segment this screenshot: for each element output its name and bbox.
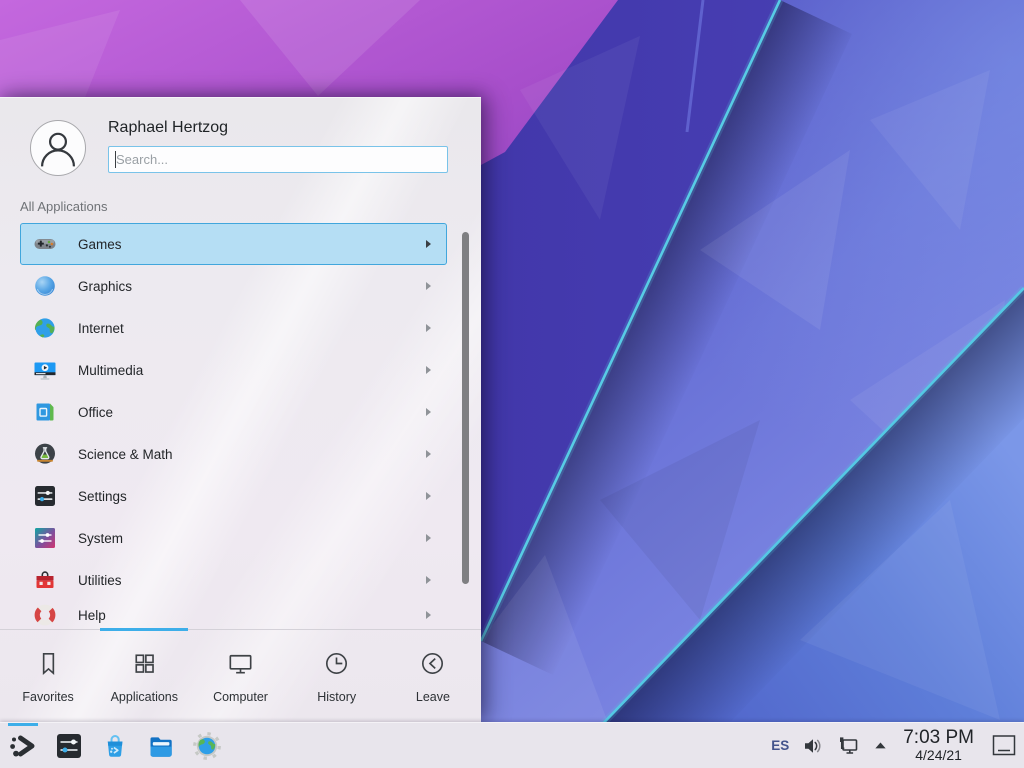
- submenu-arrow-icon: [426, 408, 431, 416]
- digital-clock[interactable]: 7:03 PM 4/24/21: [901, 728, 976, 762]
- app-category-label: Internet: [78, 321, 426, 336]
- kickoff-tab-bar: Favorites Applications Computer History Leav…: [0, 629, 481, 722]
- bookmark-icon: [33, 648, 64, 684]
- science-flask-icon: [33, 442, 57, 466]
- active-task-indicator: [8, 723, 38, 726]
- tab-favorites[interactable]: Favorites: [0, 630, 96, 722]
- app-category-label: Help: [78, 608, 426, 623]
- kickoff-launcher-button[interactable]: [0, 723, 46, 768]
- leave-icon: [417, 648, 448, 684]
- utilities-toolbox-icon: [33, 568, 57, 592]
- submenu-arrow-icon: [426, 240, 431, 248]
- submenu-arrow-icon: [426, 324, 431, 332]
- system-sliders-icon: [33, 526, 57, 550]
- app-category-help[interactable]: Help: [20, 601, 447, 629]
- submenu-arrow-icon: [426, 611, 431, 619]
- app-category-label: Settings: [78, 489, 426, 504]
- app-category-label: Science & Math: [78, 447, 426, 462]
- tab-label: History: [317, 690, 356, 704]
- clock-time: 7:03 PM: [903, 728, 974, 748]
- app-category-label: Multimedia: [78, 363, 426, 378]
- globe-icon: [33, 316, 57, 340]
- scrollbar-thumb[interactable]: [462, 232, 469, 584]
- submenu-arrow-icon: [426, 366, 431, 374]
- desktop: Raphael Hertzog All Applications Games Gr…: [0, 0, 1024, 768]
- taskbar-panel: ES 7:03 PM 4/: [0, 722, 1024, 768]
- search-input[interactable]: [108, 146, 448, 173]
- expand-tray-icon[interactable]: [873, 738, 888, 753]
- app-category-internet[interactable]: Internet: [20, 307, 447, 349]
- app-category-utilities[interactable]: Utilities: [20, 559, 447, 601]
- help-lifebuoy-icon: [33, 603, 57, 627]
- user-icon: [31, 121, 85, 175]
- task-launchers: [0, 723, 230, 768]
- dolphin-folder-button[interactable]: [138, 723, 184, 768]
- settings-sliders-icon: [33, 484, 57, 508]
- graphics-ball-icon: [33, 274, 57, 298]
- avatar[interactable]: [30, 120, 86, 176]
- text-cursor: [115, 151, 116, 168]
- app-category-label: Graphics: [78, 279, 426, 294]
- tab-label: Computer: [213, 690, 268, 704]
- volume-icon[interactable]: [802, 735, 824, 757]
- app-category-graphics[interactable]: Graphics: [20, 265, 447, 307]
- system-tray: ES 7:03 PM 4/: [771, 723, 1024, 768]
- konqueror-globe-icon: [191, 730, 223, 762]
- monitor-icon: [225, 648, 256, 684]
- dolphin-folder-icon: [145, 730, 177, 762]
- search-field-wrap: [108, 146, 448, 173]
- application-category-list: Games Graphics Internet Multimedia Office Sci…: [20, 223, 447, 629]
- app-category-office[interactable]: Office: [20, 391, 447, 433]
- app-category-label: Games: [78, 237, 426, 252]
- show-desktop-icon: [991, 733, 1017, 758]
- keyboard-layout-indicator[interactable]: ES: [771, 738, 789, 753]
- kickoff-header: Raphael Hertzog: [0, 98, 481, 198]
- multimedia-monitor-icon: [33, 358, 57, 382]
- clock-icon: [321, 648, 352, 684]
- clock-date: 4/24/21: [915, 748, 962, 763]
- tab-leave[interactable]: Leave: [385, 630, 481, 722]
- show-desktop-button[interactable]: [989, 723, 1019, 768]
- tab-label: Favorites: [22, 690, 73, 704]
- konqueror-globe-button[interactable]: [184, 723, 230, 768]
- system-settings-button[interactable]: [46, 723, 92, 768]
- section-label: All Applications: [20, 199, 107, 214]
- system-settings-icon: [53, 730, 85, 762]
- kickoff-menu: Raphael Hertzog All Applications Games Gr…: [0, 97, 481, 722]
- kickoff-launcher-icon: [7, 730, 39, 762]
- submenu-arrow-icon: [426, 282, 431, 290]
- app-category-settings[interactable]: Settings: [20, 475, 447, 517]
- tab-applications[interactable]: Applications: [96, 630, 192, 722]
- tab-history[interactable]: History: [289, 630, 385, 722]
- app-category-system[interactable]: System: [20, 517, 447, 559]
- submenu-arrow-icon: [426, 492, 431, 500]
- gamepad-icon: [33, 232, 57, 256]
- tab-label: Leave: [416, 690, 450, 704]
- grid-icon: [129, 648, 160, 684]
- discover-bag-icon: [99, 730, 131, 762]
- submenu-arrow-icon: [426, 576, 431, 584]
- app-category-label: Utilities: [78, 573, 426, 588]
- tab-label: Applications: [111, 690, 178, 704]
- app-category-label: Office: [78, 405, 426, 420]
- active-tab-indicator: [100, 628, 188, 631]
- app-category-science-math[interactable]: Science & Math: [20, 433, 447, 475]
- app-category-games[interactable]: Games: [20, 223, 447, 265]
- app-category-label: System: [78, 531, 426, 546]
- app-category-multimedia[interactable]: Multimedia: [20, 349, 447, 391]
- user-name: Raphael Hertzog: [108, 119, 228, 137]
- discover-bag-button[interactable]: [92, 723, 138, 768]
- network-icon[interactable]: [837, 734, 860, 757]
- tab-computer[interactable]: Computer: [192, 630, 288, 722]
- submenu-arrow-icon: [426, 450, 431, 458]
- office-document-icon: [33, 400, 57, 424]
- submenu-arrow-icon: [426, 534, 431, 542]
